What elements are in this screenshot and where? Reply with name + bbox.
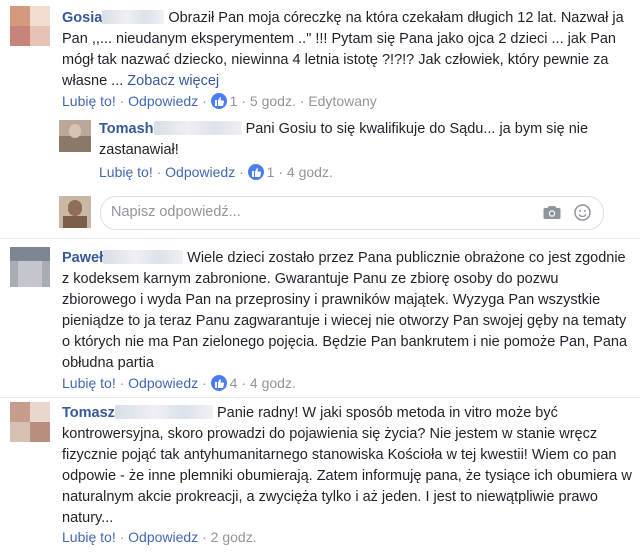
comment-text: Panie radny! W jaki sposób metoda in vit… [62, 405, 632, 526]
like-icon [247, 164, 264, 180]
avatar[interactable] [10, 247, 50, 287]
reaction-count[interactable]: 4 [230, 375, 238, 391]
timestamp[interactable]: 4 godz. [250, 375, 296, 391]
author-surname-redacted [114, 405, 213, 419]
avatar[interactable] [10, 402, 50, 442]
reaction-count[interactable]: 1 [267, 164, 275, 180]
reply-link[interactable]: Odpowiedz [128, 93, 198, 109]
author-name[interactable]: Paweł [62, 250, 103, 266]
author-surname-redacted [102, 10, 165, 24]
current-user-avatar [59, 196, 91, 228]
emoji-icon[interactable] [574, 204, 591, 225]
avatar[interactable] [10, 6, 50, 46]
divider [0, 238, 640, 239]
comment-actions: Lubię to! · Odpowiedz · 1 · 4 godz. [99, 164, 333, 180]
reaction-count[interactable]: 1 [230, 93, 238, 109]
reply-link[interactable]: Odpowiedz [128, 375, 198, 391]
comment-body: Tomash Pani Gosiu to się kwalifikuje do … [99, 119, 632, 161]
comment-text: Wiele dzieci zostało przez Pana publiczn… [62, 250, 628, 371]
timestamp[interactable]: 4 godz. [287, 164, 333, 180]
like-icon [210, 93, 227, 109]
timestamp[interactable]: 5 godz. [250, 93, 296, 109]
author-name[interactable]: Gosia [62, 10, 102, 26]
divider [0, 397, 640, 398]
avatar[interactable] [59, 120, 91, 152]
author-name[interactable]: Tomasz [62, 405, 115, 421]
author-surname-redacted [103, 250, 184, 264]
reply-link[interactable]: Odpowiedz [128, 529, 198, 545]
edited-label[interactable]: Edytowany [308, 93, 376, 109]
like-link[interactable]: Lubię to! [99, 164, 153, 180]
reply-input[interactable]: Napisz odpowiedź... [100, 196, 604, 230]
reply-link[interactable]: Odpowiedz [165, 164, 235, 180]
comment-body: Gosia Obraził Pan moja córeczkę na która… [62, 8, 632, 92]
author-name[interactable]: Tomash [99, 121, 154, 137]
comment-actions: Lubię to! · Odpowiedz · 4 · 4 godz. [62, 375, 296, 391]
author-surname-redacted [153, 121, 242, 135]
comment-actions: Lubię to! · Odpowiedz · 1 · 5 godz. · Ed… [62, 93, 377, 109]
reply-placeholder: Napisz odpowiedź... [111, 204, 241, 220]
comment-body: Tomasz Panie radny! W jaki sposób metoda… [62, 403, 632, 529]
like-link[interactable]: Lubię to! [62, 375, 116, 391]
camera-icon[interactable] [543, 205, 561, 224]
comment-actions: Lubię to! · Odpowiedz · 2 godz. [62, 529, 257, 545]
like-link[interactable]: Lubię to! [62, 529, 116, 545]
like-link[interactable]: Lubię to! [62, 93, 116, 109]
see-more-link[interactable]: Zobacz więcej [127, 73, 219, 89]
comment-body: Paweł Wiele dzieci zostało przez Pana pu… [62, 248, 632, 374]
like-icon [210, 375, 227, 391]
timestamp[interactable]: 2 godz. [211, 529, 257, 545]
